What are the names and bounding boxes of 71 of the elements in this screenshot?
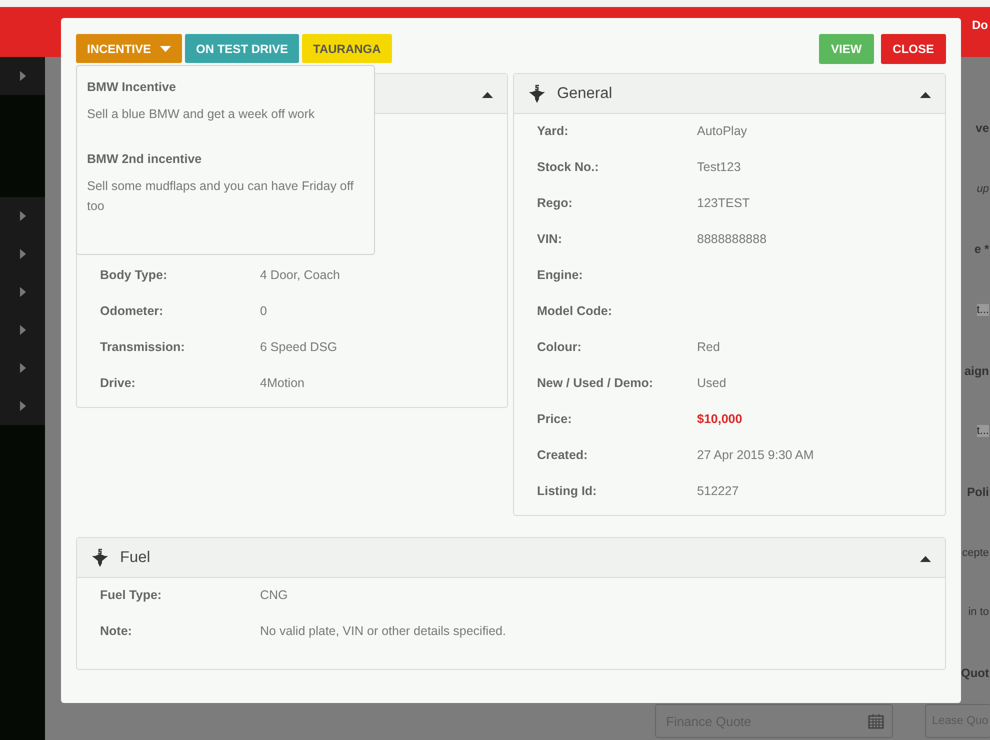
calendar-icon [868,713,884,729]
action-button[interactable]: VIEW [818,34,874,64]
action-button[interactable]: CLOSE [880,34,946,64]
incentive-title: BMW 2nd incentive [87,151,203,168]
field-value: 4 Door, Coach [260,268,340,282]
field-value: 27 Apr 2015 9:30 AM [697,448,814,462]
text-fragment: t... [976,425,989,438]
field-label: Drive: [100,376,136,390]
field-label: Created: [537,448,589,462]
sidebar-item[interactable] [0,197,45,235]
field-label: Listing Id: [537,484,598,498]
field-label: Price: [537,412,573,426]
arrow-right-icon [20,363,26,373]
field-label: Transmission: [100,340,186,354]
field-value: 4Motion [260,376,304,390]
field-label: Yard: [537,124,570,138]
text-fragment: t... [976,304,989,316]
arrow-right-icon [20,211,26,221]
sidebar-item[interactable] [0,57,45,95]
field-value: Used [697,376,726,390]
header-text[interactable]: Do [972,18,988,32]
tag-button[interactable]: TAURANGA [302,34,392,63]
sidebar-item[interactable] [0,387,45,425]
field-label: Engine: [537,268,584,282]
arrow-right-icon [20,249,26,259]
field-value: 123TEST [697,196,750,210]
field-label: VIN: [537,232,563,246]
text-fragment: in to [968,606,989,618]
panel-title: General [557,84,614,102]
field-value: 6 Speed DSG [260,340,338,354]
text-fragment: ve [976,121,989,135]
field-label: New / Used / Demo: [537,376,654,390]
field-value: 512227 [697,484,739,498]
field-label: Stock No.: [537,160,600,174]
arrow-right-icon [20,401,26,411]
field-value: Red [697,340,720,354]
funnel-dollar-icon [529,84,545,103]
field-label: Odometer: [100,304,164,318]
text-fragment: e * [974,242,989,256]
field-value: No valid plate, VIN or other details specified. [260,624,506,638]
arrow-right-icon [20,325,26,335]
text-fragment: Quot [961,666,989,680]
incentive-text: Sell some mudflaps and you can have Friday off too [87,178,355,215]
arrow-right-icon [20,287,26,297]
incentive-text: Sell a blue BMW and get a week off work [87,106,316,123]
field-label: Model Code: [537,304,613,318]
field-label: Rego: [537,196,574,210]
caret-icon[interactable] [160,46,172,52]
dropdown-button[interactable]: INCENTIVE [76,34,182,63]
field-value: $10,000 [697,412,742,426]
text-fragment: aign [964,364,989,378]
field-value: CNG [260,588,288,602]
field-value: 8888888888 [697,232,767,246]
panel-title: Fuel [120,548,152,566]
field-value: 0 [260,304,267,318]
field-label: Body Type: [100,268,168,282]
field-label: Colour: [537,340,582,354]
text-fragment: up [976,182,989,195]
tag-button[interactable]: ON TEST DRIVE [185,34,300,63]
funnel-dollar-icon [92,548,108,567]
incentive-title: BMW Incentive [87,79,177,96]
text-fragment: cepte [962,546,989,559]
collapse-caret-icon[interactable] [920,92,931,98]
field-value: AutoPlay [697,124,748,138]
text-fragment: Poli [966,484,989,499]
collapse-caret-icon[interactable] [482,92,493,98]
field-value: Test123 [697,160,741,174]
arrow-right-icon [20,71,26,81]
field-label: Fuel Type: [100,588,163,602]
collapse-caret-icon[interactable] [920,556,931,562]
field-label: Note: [100,624,133,638]
